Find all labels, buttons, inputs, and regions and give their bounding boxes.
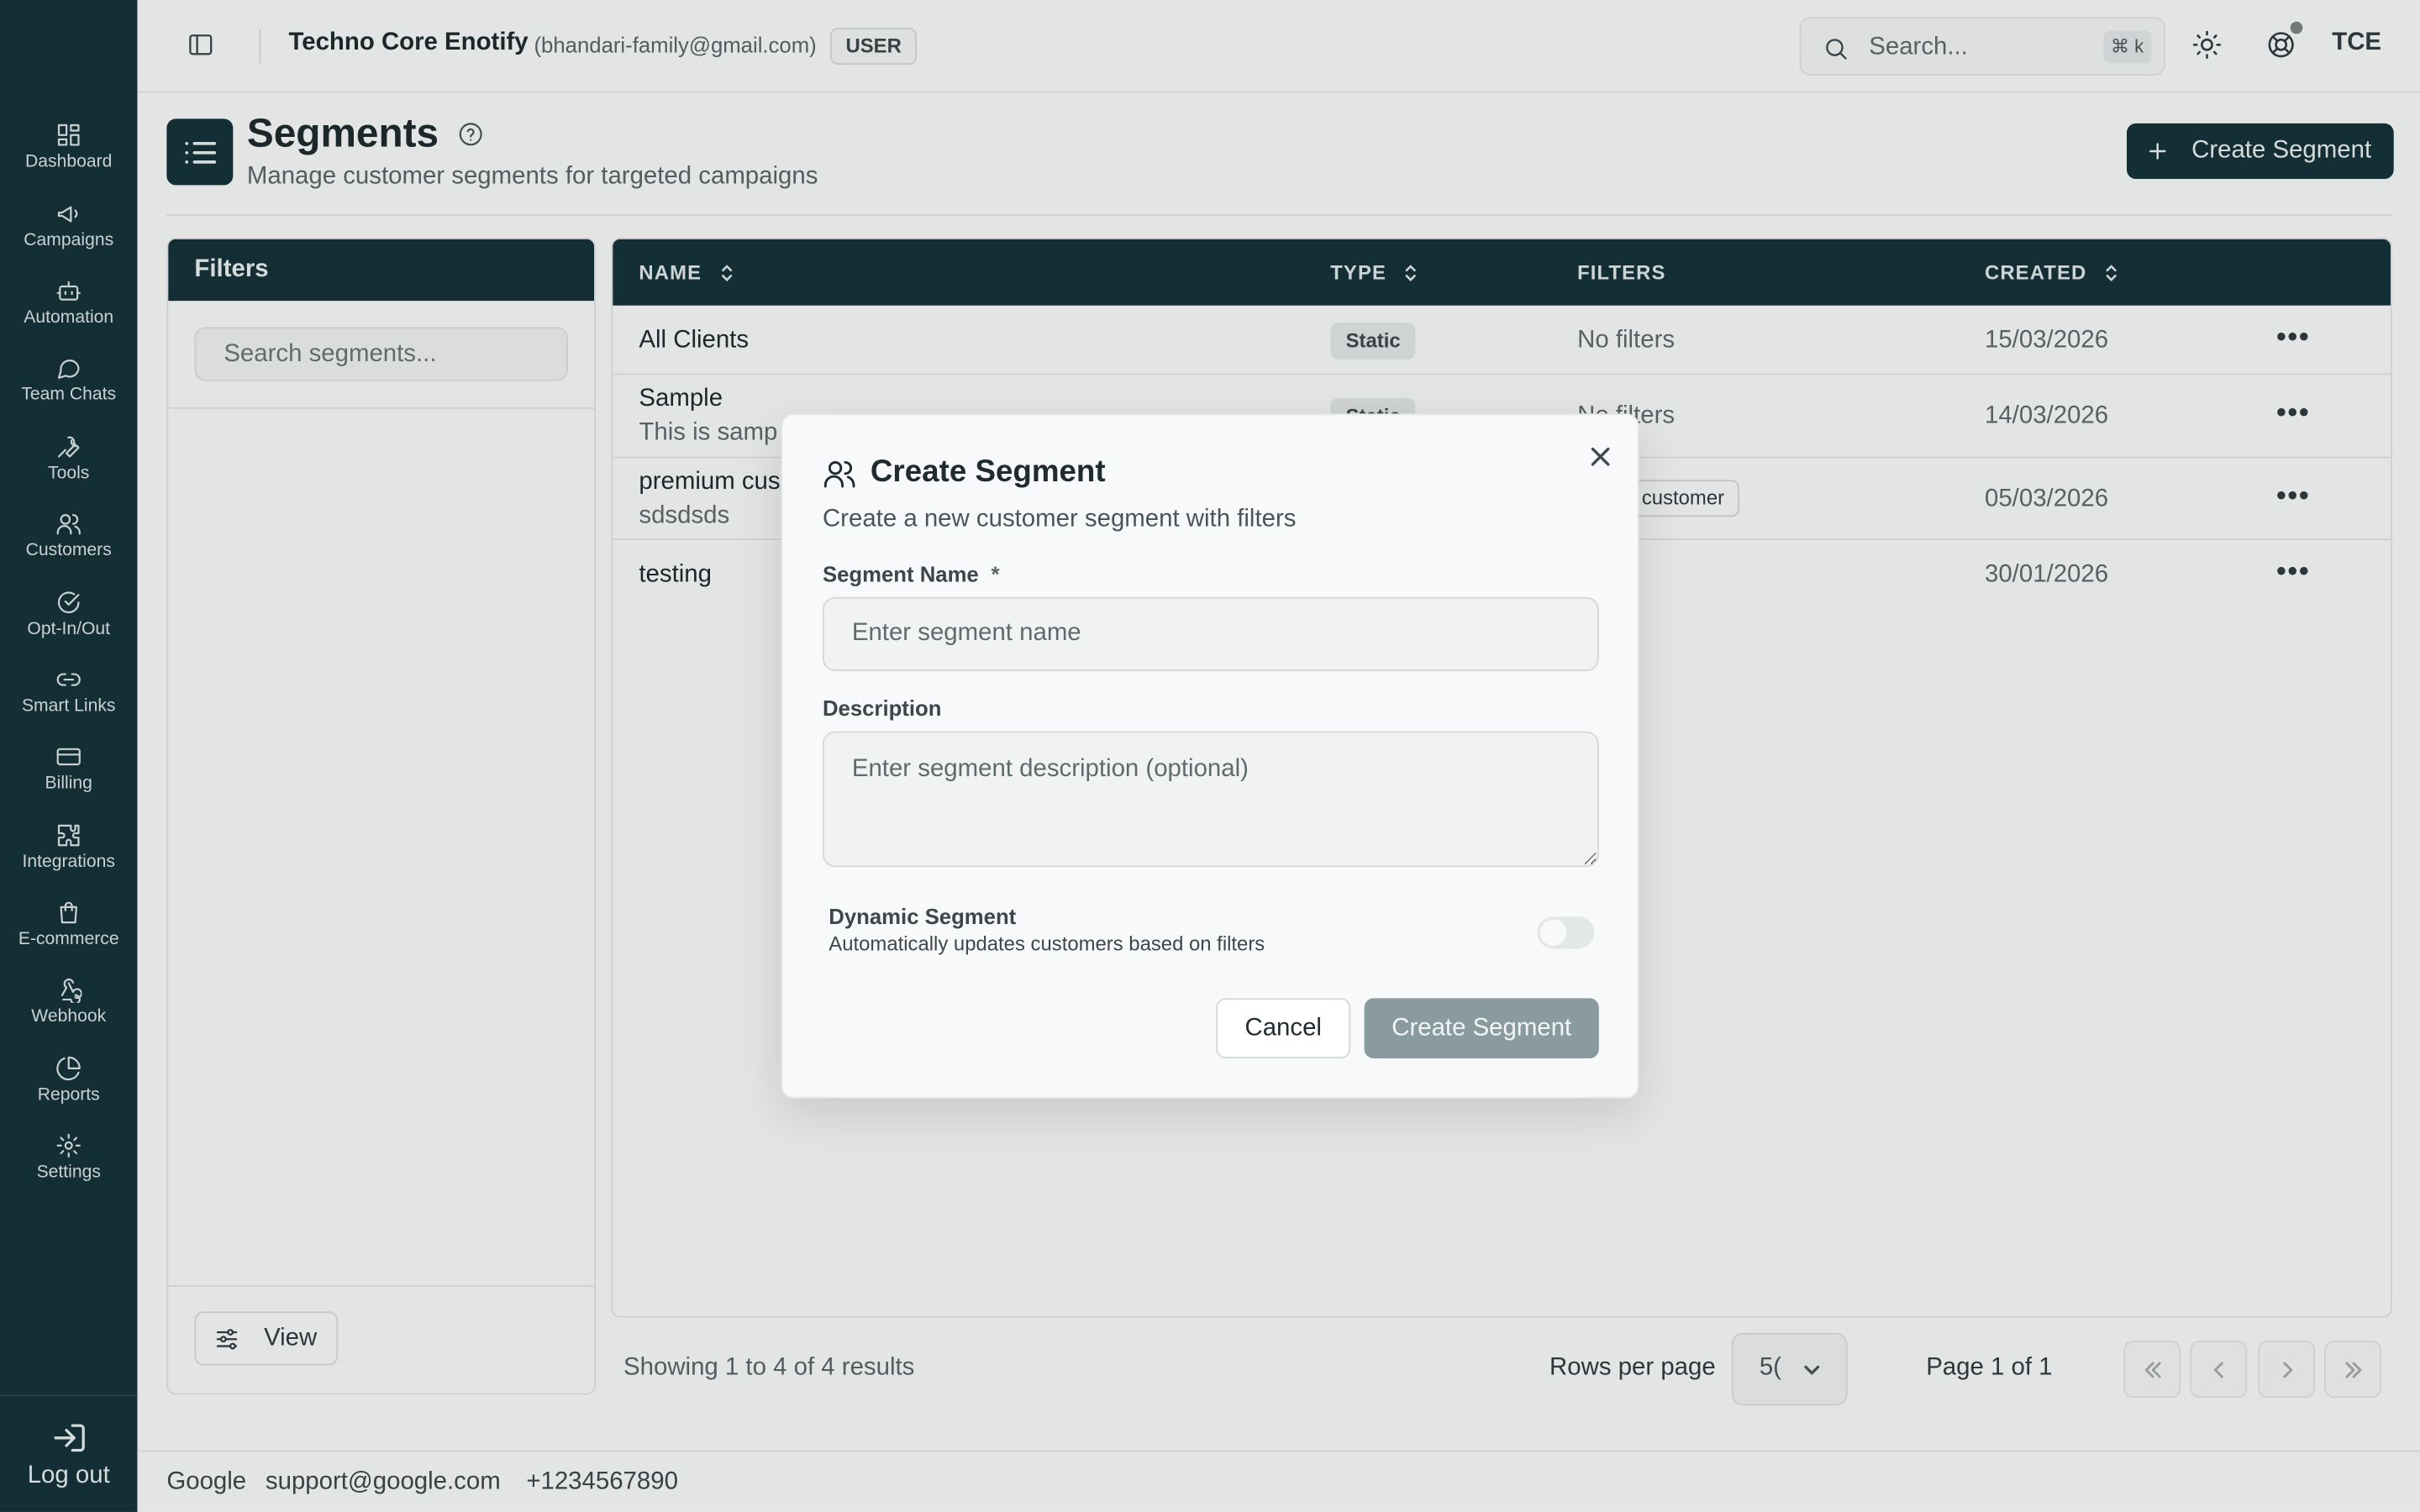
create-segment-dialog: Create Segment Create a new customer seg… <box>781 413 1639 1099</box>
segment-name-input[interactable] <box>822 596 1599 671</box>
users-icon <box>823 457 856 491</box>
description-textarea[interactable] <box>822 731 1599 868</box>
dynamic-segment-description: Automatically updates customers based on… <box>829 932 1265 955</box>
required-mark: * <box>991 561 1000 586</box>
dialog-description: Create a new customer segment with filte… <box>822 506 1297 533</box>
close-icon <box>1591 447 1610 466</box>
segment-name-label: Segment Name * <box>823 562 1000 586</box>
cancel-button[interactable]: Cancel <box>1216 998 1351 1058</box>
dynamic-segment-toggle[interactable] <box>1537 916 1595 949</box>
create-segment-submit-button[interactable]: Create Segment <box>1364 998 1599 1058</box>
dynamic-segment-label: Dynamic Segment <box>829 904 1017 929</box>
toggle-knob <box>1540 919 1567 946</box>
dialog-title: Create Segment <box>870 454 1106 490</box>
description-label: Description <box>822 696 942 721</box>
close-button[interactable] <box>1588 444 1612 469</box>
segment-name-label-text: Segment Name <box>822 561 979 586</box>
